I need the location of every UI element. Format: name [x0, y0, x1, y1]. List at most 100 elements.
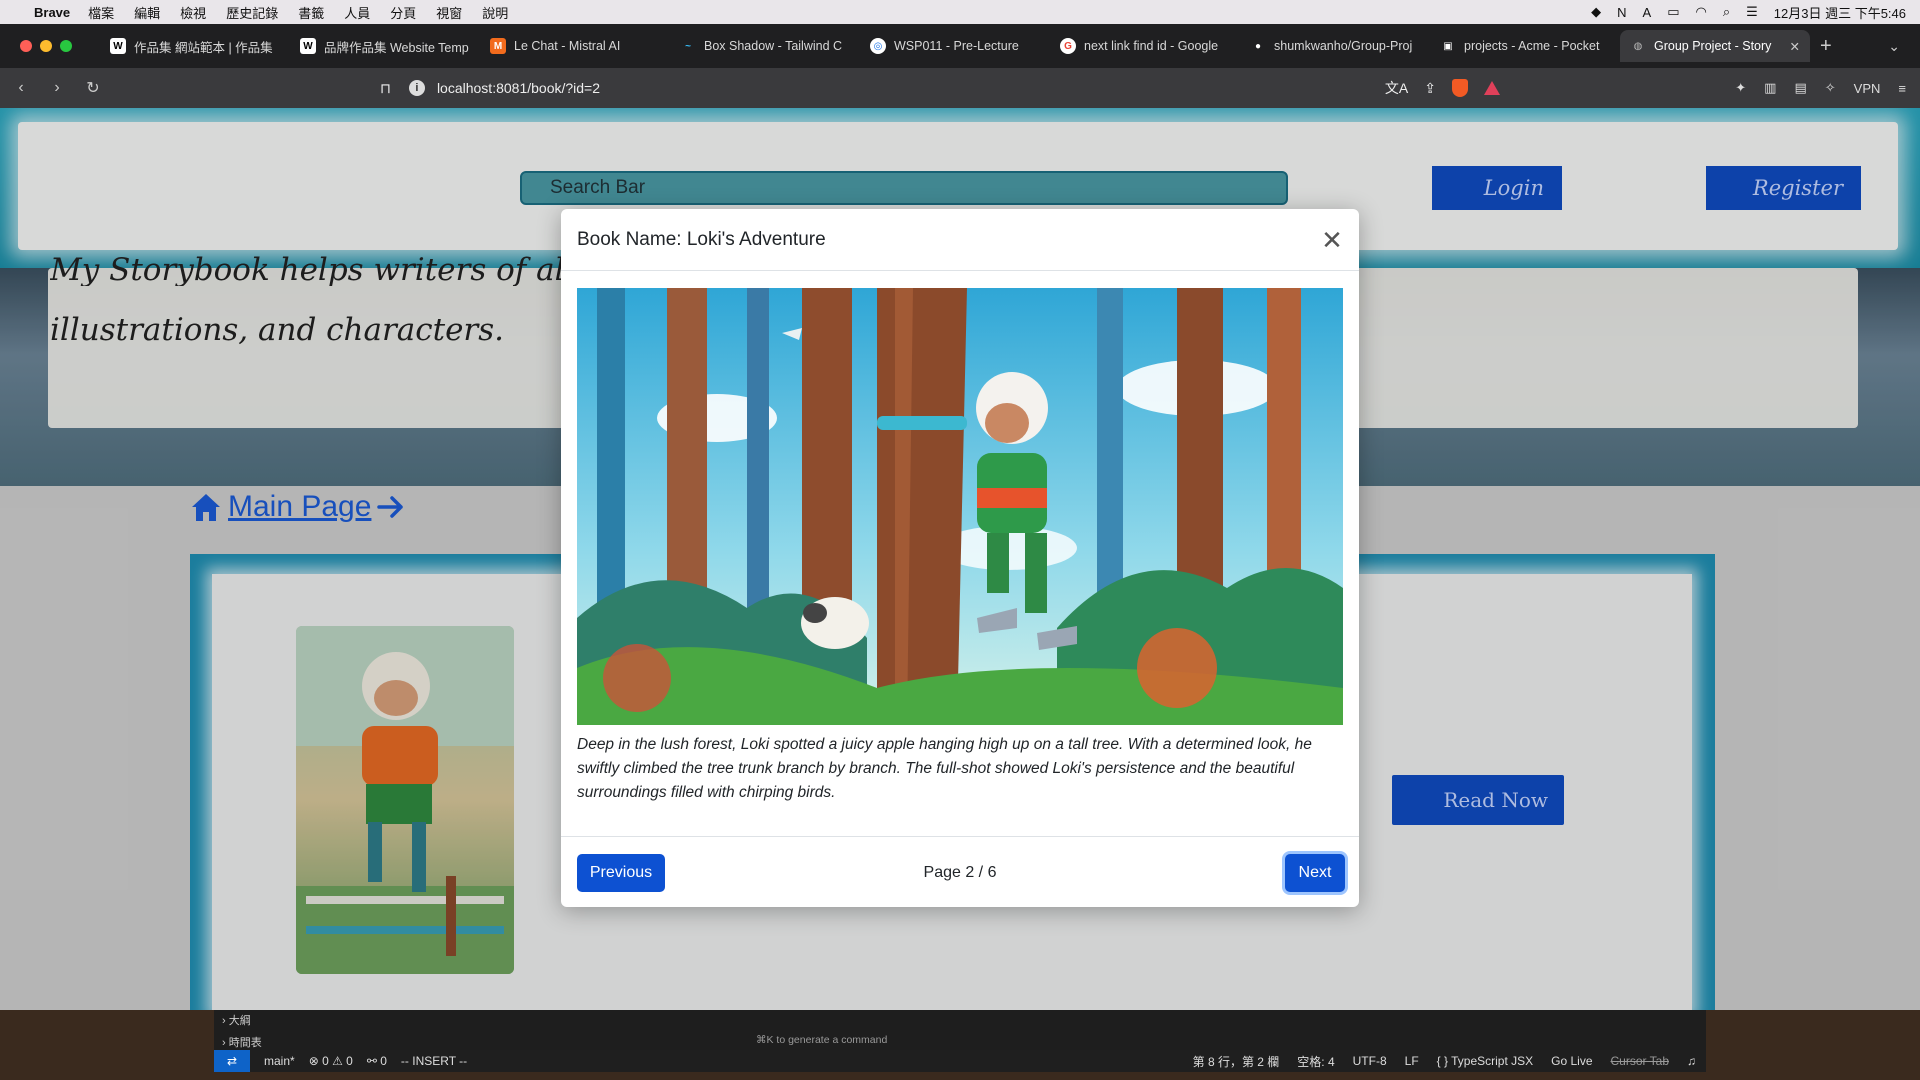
cursor-position[interactable]: 第 8 行，第 2 欄 [1193, 1053, 1280, 1070]
menu-icon[interactable]: ≡ [1898, 81, 1906, 96]
menu-help[interactable]: 說明 [482, 3, 508, 22]
outline-label: 大綱 [228, 1015, 251, 1027]
tab-favicon-icon: W [300, 38, 316, 54]
browser-tab[interactable]: M Le Chat - Mistral AI [480, 30, 670, 62]
menubar-clock[interactable]: 12月3日 週三 下午5:46 [1774, 3, 1906, 22]
url-text[interactable]: localhost:8081/book/?id=2 [437, 80, 600, 96]
problems-indicator[interactable]: ⊗ 0 ⚠ 0 [309, 1054, 353, 1068]
timeline-section[interactable]: › 時間表 [222, 1034, 262, 1050]
status-app-icon[interactable]: ◆ [1591, 4, 1601, 20]
sidebar-icon[interactable]: ▥ [1764, 80, 1776, 96]
bookmark-icon[interactable]: ⊓ [380, 80, 391, 97]
book-modal: Book Name: Loki's Adventure ✕ Deep in th… [561, 209, 1359, 907]
next-button[interactable]: Next [1285, 854, 1345, 892]
back-button[interactable]: ‹ [6, 79, 36, 97]
tab-label: Box Shadow - Tailwind C [704, 39, 843, 53]
cursor-tab-toggle[interactable]: Cursor Tab [1611, 1054, 1669, 1068]
browser-tab[interactable]: ◎ WSP011 - Pre-Lecture [860, 30, 1050, 62]
tab-label: shumkwanho/Group-Proj [1274, 39, 1413, 53]
go-live-button[interactable]: Go Live [1551, 1054, 1592, 1068]
globe-icon: ◍ [1633, 40, 1643, 52]
outline-section[interactable]: › 大綱 [222, 1012, 251, 1028]
wallet-icon[interactable]: ▤ [1794, 80, 1806, 96]
browser-tab-bar: W 作品集 網站範本 | 作品集 W 品牌作品集 Website Temp M Le … [0, 24, 1920, 68]
share-icon[interactable]: ⇪ [1424, 80, 1436, 97]
indentation[interactable]: 空格: 4 [1297, 1053, 1334, 1070]
browser-tab[interactable]: ● shumkwanho/Group-Proj [1240, 30, 1430, 62]
modal-header: Book Name: Loki's Adventure [561, 209, 1359, 271]
brave-shields-icon[interactable] [1452, 79, 1468, 97]
menubar-app-name[interactable]: Brave [34, 5, 70, 20]
menu-people[interactable]: 人員 [344, 3, 370, 22]
vscode-status-bar: ⇄ main* ⊗ 0 ⚠ 0 ⚯ 0 -- INSERT -- 第 8 行，第… [214, 1050, 1706, 1072]
tab-label: 品牌作品集 Website Temp [324, 40, 469, 55]
tab-favicon-icon: G [1060, 38, 1076, 54]
menu-edit[interactable]: 編輯 [134, 3, 160, 22]
menu-view[interactable]: 檢視 [180, 3, 206, 22]
menu-tab[interactable]: 分頁 [390, 3, 416, 22]
language-mode[interactable]: { } TypeScript JSX [1437, 1054, 1534, 1068]
browser-tab[interactable]: ▣ projects - Acme - Pocket [1430, 30, 1620, 62]
menu-history[interactable]: 歷史記錄 [226, 3, 278, 22]
address-bar[interactable]: ⊓ i localhost:8081/book/?id=2 文A ⇪ [380, 72, 1500, 104]
extensions-icon[interactable]: ✦ [1735, 80, 1746, 96]
line-ending[interactable]: LF [1405, 1054, 1419, 1068]
maximize-window-button[interactable] [60, 40, 72, 52]
story-page-image [577, 288, 1343, 725]
menu-file[interactable]: 檔案 [88, 3, 114, 22]
control-center-icon[interactable]: ☰ [1746, 4, 1758, 20]
new-tab-button[interactable]: + [1820, 35, 1832, 58]
remote-indicator-icon[interactable]: ⇄ [214, 1050, 250, 1072]
battery-icon[interactable]: ▭ [1667, 4, 1679, 20]
site-info-icon[interactable]: i [408, 80, 425, 96]
browser-tab[interactable]: W 作品集 網站範本 | 作品集 [100, 30, 290, 62]
tab-label: WSP011 - Pre-Lecture [894, 39, 1019, 53]
vim-mode-indicator: -- INSERT -- [400, 1054, 468, 1068]
notifications-bell-icon[interactable]: ♫ [1687, 1054, 1696, 1068]
git-branch[interactable]: main* [264, 1054, 295, 1068]
tab-search-chevron-icon[interactable]: ⌄ [1888, 38, 1900, 55]
notion-icon[interactable]: N [1617, 5, 1626, 20]
close-icon[interactable]: ✕ [1319, 227, 1345, 253]
tab-label: Le Chat - Mistral AI [514, 39, 621, 53]
tab-favicon-icon: ▣ [1443, 40, 1453, 52]
wifi-icon[interactable]: ◠ [1696, 4, 1707, 20]
tab-favicon-icon: ~ [685, 40, 691, 52]
modal-footer: Previous Page 2 / 6 Next [561, 836, 1359, 907]
close-window-button[interactable] [20, 40, 32, 52]
browser-tab-active[interactable]: ◍ Group Project - Story ✕ [1620, 30, 1810, 62]
window-controls [0, 40, 100, 52]
story-text: Deep in the lush forest, Loki spotted a … [577, 736, 1312, 801]
web-page: Search Bar Login Register My Storybook h… [0, 108, 1920, 1010]
tab-favicon-icon: W [110, 38, 126, 54]
browser-tab[interactable]: W 品牌作品集 Website Temp [290, 30, 480, 62]
tab-label: next link find id - Google [1084, 39, 1219, 53]
page-indicator: Page 2 / 6 [923, 864, 997, 881]
translate-icon[interactable]: 文A [1385, 78, 1408, 98]
browser-toolbar: ‹ › ↻ ⊓ i localhost:8081/book/?id=2 文A ⇪… [0, 68, 1920, 108]
reload-button[interactable]: ↻ [78, 78, 108, 98]
ports-indicator[interactable]: ⚯ 0 [367, 1054, 387, 1068]
encoding[interactable]: UTF-8 [1353, 1054, 1387, 1068]
vpn-button[interactable]: VPN [1854, 81, 1881, 96]
modal-title: Book Name: Loki's Adventure [577, 228, 826, 250]
leo-ai-icon[interactable]: ✧ [1825, 80, 1836, 96]
menu-window[interactable]: 視窗 [436, 3, 462, 22]
github-icon: ● [1254, 40, 1262, 52]
chevron-right-icon: › [222, 1015, 229, 1027]
menu-bookmarks[interactable]: 書籤 [298, 3, 324, 22]
brave-rewards-icon[interactable] [1484, 81, 1500, 95]
command-hint: ⌘K to generate a command [756, 1034, 888, 1046]
browser-tab[interactable]: Gnext link find id - Google [1050, 30, 1240, 62]
spotlight-search-icon[interactable]: ⌕ [1723, 4, 1730, 20]
tab-label: 作品集 網站範本 | 作品集 [134, 40, 273, 55]
browser-tab[interactable]: ~ Box Shadow - Tailwind C [670, 30, 860, 62]
minimize-window-button[interactable] [40, 40, 52, 52]
forest-illustration [577, 288, 1343, 725]
forward-button[interactable]: › [42, 79, 72, 97]
timeline-label: 時間表 [228, 1037, 262, 1049]
chevron-right-icon: › [222, 1037, 229, 1049]
tab-favicon-icon: ◎ [870, 38, 886, 54]
input-source-icon[interactable]: A [1643, 5, 1652, 20]
close-tab-icon[interactable]: ✕ [1784, 39, 1800, 54]
